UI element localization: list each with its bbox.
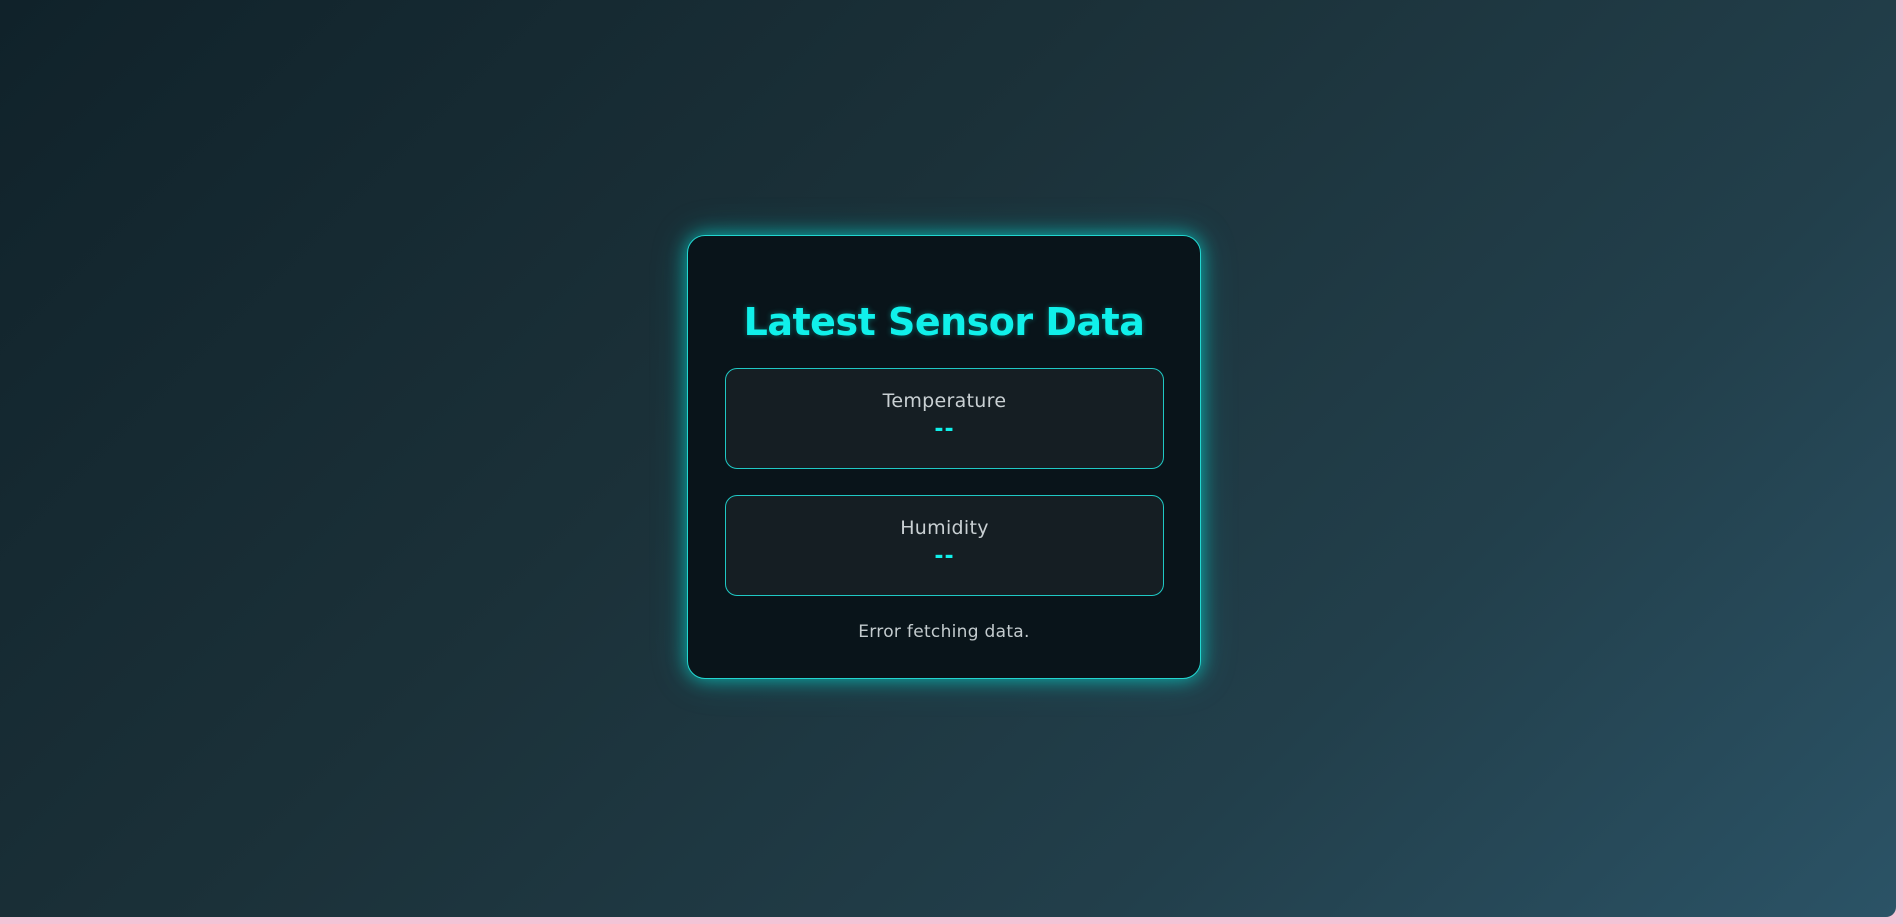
temperature-label: Temperature [882,390,1007,412]
page-title: Latest Sensor Data [743,300,1145,344]
temperature-panel: Temperature -- [725,368,1164,469]
humidity-label: Humidity [900,517,989,539]
page-background: Latest Sensor Data Temperature -- Humidi… [0,0,1896,917]
status-message: Error fetching data. [858,622,1030,642]
humidity-panel: Humidity -- [725,495,1164,596]
temperature-value: -- [934,417,955,442]
humidity-value: -- [934,544,955,569]
sensor-card: Latest Sensor Data Temperature -- Humidi… [687,235,1201,679]
